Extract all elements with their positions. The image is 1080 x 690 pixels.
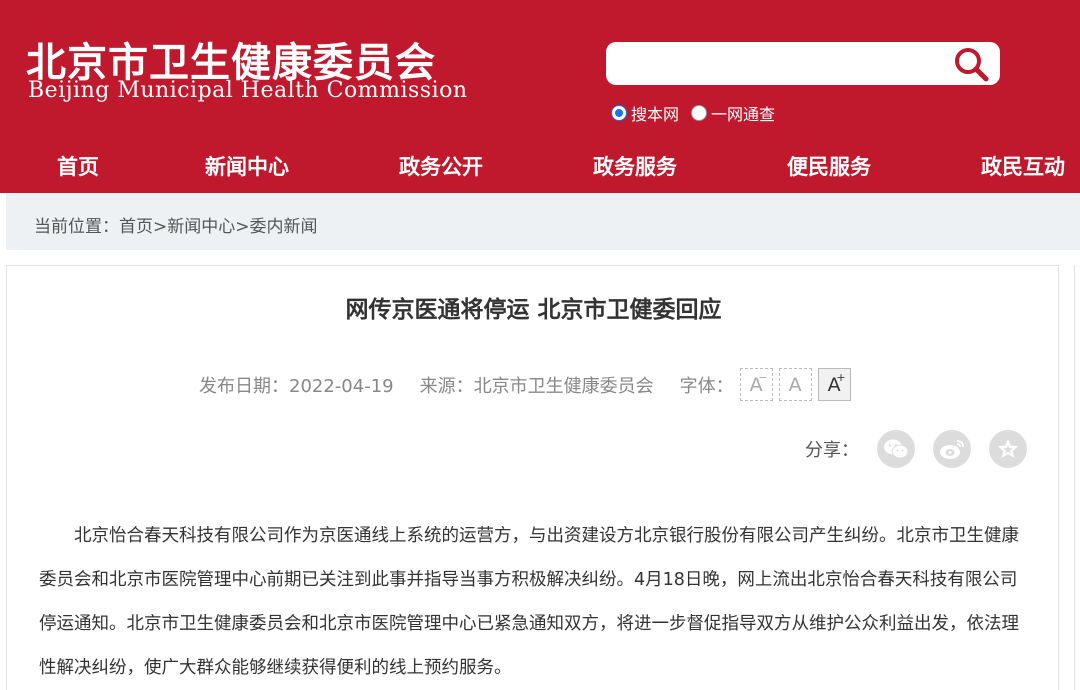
radio-unselected-icon	[691, 105, 708, 121]
breadcrumb-home[interactable]: 首页	[119, 217, 153, 237]
site-logo-english[interactable]: Beijing Municipal Health Commission	[28, 78, 468, 103]
font-size-label: 字体：	[679, 375, 734, 397]
breadcrumb-separator: >	[153, 217, 168, 237]
article-panel: 网传京医通将停运 北京市卫健委回应 发布日期：2022-04-19 来源：北京市…	[6, 265, 1059, 690]
breadcrumb-prefix: 当前位置：	[34, 217, 119, 237]
article-meta: 发布日期：2022-04-19 来源：北京市卫生健康委员会 字体： A − A A…	[199, 368, 851, 401]
star-icon	[998, 439, 1018, 458]
font-increase-button[interactable]: A +	[817, 368, 851, 401]
search-scope: 搜本网 一网通查	[611, 101, 787, 125]
plus-icon: +	[836, 371, 846, 384]
font-decrease-button[interactable]: A −	[739, 368, 773, 401]
search-scope-all[interactable]: 一网通查	[691, 101, 775, 125]
minus-icon: −	[758, 371, 768, 384]
nav-item-gov-services[interactable]: 政务服务	[593, 151, 677, 181]
wechat-icon	[884, 439, 909, 459]
share-favorite-button[interactable]	[989, 430, 1027, 468]
radio-selected-icon	[611, 105, 627, 121]
breadcrumb: 当前位置：首页>新闻中心>委内新闻	[34, 212, 318, 237]
nav-item-gov-affairs[interactable]: 政务公开	[399, 151, 483, 181]
article-body: 北京怡合春天科技有限公司作为京医通线上系统的运营方，与出资建设方北京银行股份有限…	[39, 526, 1019, 678]
search-box	[606, 42, 1000, 85]
nav-item-news[interactable]: 新闻中心	[205, 151, 289, 181]
article-title: 网传京医通将停运 北京市卫健委回应	[345, 297, 722, 323]
search-scope-site[interactable]: 搜本网	[611, 101, 679, 125]
share-bar: 分享：	[805, 430, 1027, 468]
share-weibo-button[interactable]	[933, 430, 971, 468]
search-input[interactable]	[618, 48, 938, 79]
search-scope-all-label: 一网通查	[711, 105, 776, 124]
font-normal-button[interactable]: A	[778, 368, 812, 401]
search-button[interactable]	[952, 45, 992, 83]
search-icon	[955, 48, 989, 82]
nav-item-public-services[interactable]: 便民服务	[787, 151, 871, 181]
breadcrumb-news[interactable]: 新闻中心	[167, 217, 235, 237]
weibo-icon	[940, 440, 964, 459]
breadcrumb-internal-news[interactable]: 委内新闻	[250, 217, 318, 237]
article-source: 来源：北京市卫生健康委员会	[419, 375, 654, 397]
nav-item-interaction[interactable]: 政民互动	[981, 151, 1065, 181]
sidebar-edge	[1074, 265, 1080, 690]
breadcrumb-bar: 当前位置：首页>新闻中心>委内新闻	[6, 193, 1080, 250]
nav-item-home[interactable]: 首页	[57, 151, 99, 181]
main-nav: 首页 新闻中心 政务公开 政务服务 便民服务 政民互动	[0, 145, 1080, 185]
breadcrumb-separator: >	[235, 217, 250, 237]
search-scope-site-label: 搜本网	[631, 105, 680, 124]
publish-date: 发布日期：2022-04-19	[199, 375, 394, 397]
share-wechat-button[interactable]	[877, 430, 915, 468]
share-label: 分享：	[805, 440, 859, 461]
site-header: 北京市卫生健康委员会 Beijing Municipal Health Comm…	[0, 0, 1080, 193]
font-normal-label: A	[788, 373, 802, 396]
